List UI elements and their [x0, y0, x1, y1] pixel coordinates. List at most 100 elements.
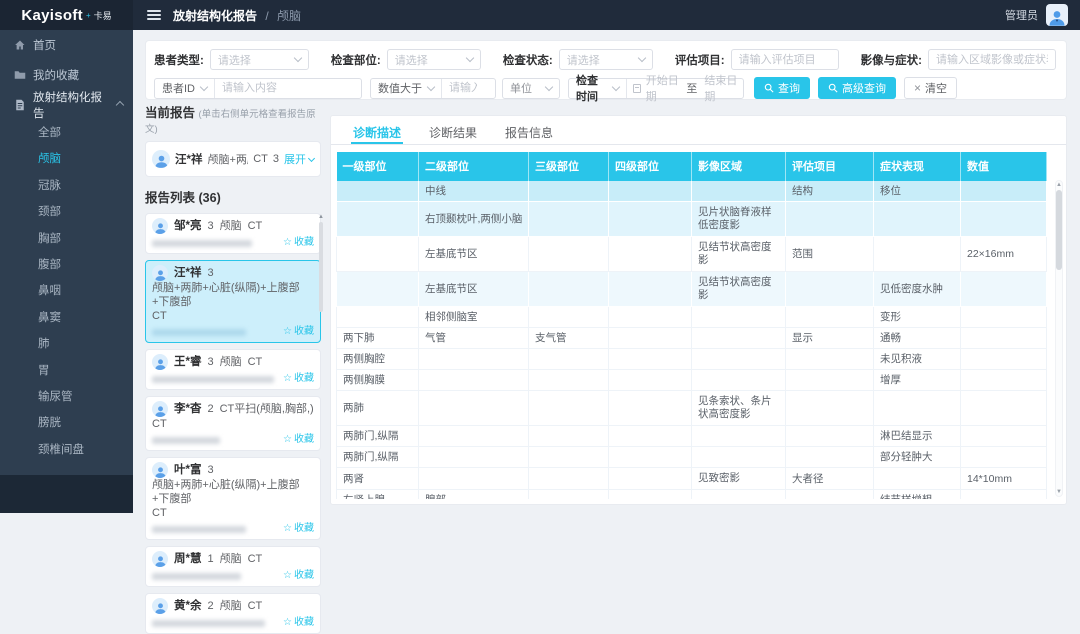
tab-diagnosis-result[interactable]: 诊断结果 — [427, 116, 479, 144]
tab-report-info[interactable]: 报告信息 — [503, 116, 555, 144]
table-cell[interactable] — [529, 237, 609, 272]
patient-type-select[interactable]: 请选择 — [210, 49, 309, 70]
unit-select[interactable]: 单位 — [502, 78, 560, 99]
table-cell[interactable] — [609, 181, 692, 202]
table-cell[interactable]: 大者径 — [786, 468, 874, 490]
table-cell[interactable]: 两肺 — [337, 391, 419, 426]
scrollbar-thumb[interactable] — [1056, 190, 1062, 270]
table-cell[interactable] — [961, 426, 1047, 447]
expand-link[interactable]: 展开 — [284, 151, 314, 167]
report-list-item-5[interactable]: 周*慧1颅脑CT☆收藏 — [145, 546, 321, 587]
table-cell[interactable] — [609, 307, 692, 328]
table-cell[interactable]: 右顶颞枕叶,两侧小脑 — [419, 202, 529, 237]
table-cell[interactable] — [786, 447, 874, 468]
report-list-item-3[interactable]: 李*杳2CT平扫(颅脑,胸部,)CT☆收藏 — [145, 396, 321, 451]
table-cell[interactable] — [529, 181, 609, 202]
table-cell[interactable]: 左基底节区 — [419, 272, 529, 307]
table-cell[interactable] — [529, 370, 609, 391]
breadcrumb-root[interactable]: 放射结构化报告 — [173, 9, 257, 23]
date-start-input[interactable]: 开始日期 — [641, 79, 683, 98]
table-cell[interactable] — [961, 490, 1047, 500]
scroll-up-icon[interactable]: ▲ — [1056, 181, 1062, 189]
table-cell[interactable] — [529, 272, 609, 307]
table-cell[interactable] — [609, 328, 692, 349]
table-cell[interactable]: 移位 — [874, 181, 961, 202]
sidebar-subitem-9[interactable]: 胃 — [0, 358, 133, 384]
sidebar-subitem-1[interactable]: 颅脑 — [0, 146, 133, 172]
table-cell[interactable] — [786, 307, 874, 328]
table-cell[interactable]: 变形 — [874, 307, 961, 328]
table-cell[interactable]: 气管 — [419, 328, 529, 349]
table-cell[interactable] — [692, 349, 786, 370]
table-cell[interactable] — [609, 237, 692, 272]
table-cell[interactable]: 左肾上腺 — [337, 490, 419, 500]
table-cell[interactable] — [609, 349, 692, 370]
table-cell[interactable] — [692, 426, 786, 447]
sidebar-subitem-10[interactable]: 输尿管 — [0, 384, 133, 410]
table-cell[interactable] — [529, 447, 609, 468]
table-cell[interactable] — [786, 202, 874, 237]
table-cell[interactable] — [786, 370, 874, 391]
sidebar-subitem-6[interactable]: 鼻咽 — [0, 278, 133, 304]
date-end-input[interactable]: 结束日期 — [701, 79, 743, 98]
table-cell[interactable] — [529, 490, 609, 500]
value-input[interactable] — [442, 79, 484, 98]
table-cell[interactable] — [874, 468, 961, 490]
table-cell[interactable]: 相邻侧脑室 — [419, 307, 529, 328]
search-button[interactable]: 查询 — [754, 77, 810, 99]
current-report-card[interactable]: 汪*祥 颅脑+两肺+心... CT 3 展开 — [145, 141, 321, 177]
table-cell[interactable] — [419, 349, 529, 370]
table-cell[interactable]: 见片状脑脊液样低密度影 — [692, 202, 786, 237]
sidebar-subitem-5[interactable]: 腹部 — [0, 252, 133, 278]
table-cell[interactable]: 见低密度水肿 — [874, 272, 961, 307]
table-cell[interactable] — [609, 391, 692, 426]
scrollbar-thumb[interactable] — [319, 222, 323, 312]
menu-toggle-icon[interactable] — [147, 10, 161, 20]
table-cell[interactable] — [337, 202, 419, 237]
table-scrollbar[interactable]: ▲ ▼ — [1055, 180, 1063, 497]
table-cell[interactable] — [419, 447, 529, 468]
table-cell[interactable] — [609, 202, 692, 237]
table-cell[interactable] — [609, 490, 692, 500]
clear-button[interactable]: × 清空 — [904, 77, 957, 99]
table-cell[interactable] — [529, 202, 609, 237]
sidebar-subitem-8[interactable]: 肺 — [0, 331, 133, 357]
report-list-item-1[interactable]: 汪*祥3颅脑+两肺+心脏(纵隔)+上腹部+下腹部CT☆收藏 — [145, 260, 321, 343]
table-cell[interactable] — [419, 426, 529, 447]
table-cell[interactable] — [786, 391, 874, 426]
table-cell[interactable]: 结节样增粗 — [874, 490, 961, 500]
table-cell[interactable] — [529, 468, 609, 490]
table-cell[interactable]: 两侧胸膜 — [337, 370, 419, 391]
table-cell[interactable] — [419, 370, 529, 391]
time-type-select[interactable]: 检查时间 — [569, 79, 626, 98]
table-cell[interactable] — [961, 202, 1047, 237]
report-list-item-0[interactable]: 邹*亮3颅脑CT☆收藏 — [145, 213, 321, 254]
table-cell[interactable] — [786, 349, 874, 370]
sidebar-subitem-4[interactable]: 胸部 — [0, 226, 133, 252]
sidebar-item-favorites[interactable]: 我的收藏 — [0, 60, 133, 90]
table-cell[interactable] — [961, 370, 1047, 391]
table-cell[interactable] — [529, 426, 609, 447]
sidebar-subitem-3[interactable]: 颈部 — [0, 199, 133, 225]
table-cell[interactable] — [529, 307, 609, 328]
table-cell[interactable]: 14*10mm — [961, 468, 1047, 490]
favorite-link[interactable]: ☆收藏 — [283, 236, 314, 250]
favorite-link[interactable]: ☆收藏 — [283, 616, 314, 630]
table-cell[interactable] — [961, 447, 1047, 468]
table-cell[interactable]: 见致密影 — [692, 468, 786, 490]
table-cell[interactable] — [337, 307, 419, 328]
table-cell[interactable]: 中线 — [419, 181, 529, 202]
table-cell[interactable] — [874, 202, 961, 237]
table-cell[interactable]: 见条索状、条片状高密度影 — [692, 391, 786, 426]
table-cell[interactable] — [609, 272, 692, 307]
table-cell[interactable] — [609, 447, 692, 468]
patient-id-select[interactable]: 患者ID — [155, 79, 214, 98]
table-cell[interactable]: 显示 — [786, 328, 874, 349]
favorite-link[interactable]: ☆收藏 — [283, 522, 314, 536]
table-cell[interactable] — [337, 272, 419, 307]
value-compare-select[interactable]: 数值大于 — [371, 79, 441, 98]
table-cell[interactable] — [419, 391, 529, 426]
favorite-link[interactable]: ☆收藏 — [283, 372, 314, 386]
tab-diagnosis-description[interactable]: 诊断描述 — [351, 116, 403, 144]
table-cell[interactable]: 腺部 — [419, 490, 529, 500]
